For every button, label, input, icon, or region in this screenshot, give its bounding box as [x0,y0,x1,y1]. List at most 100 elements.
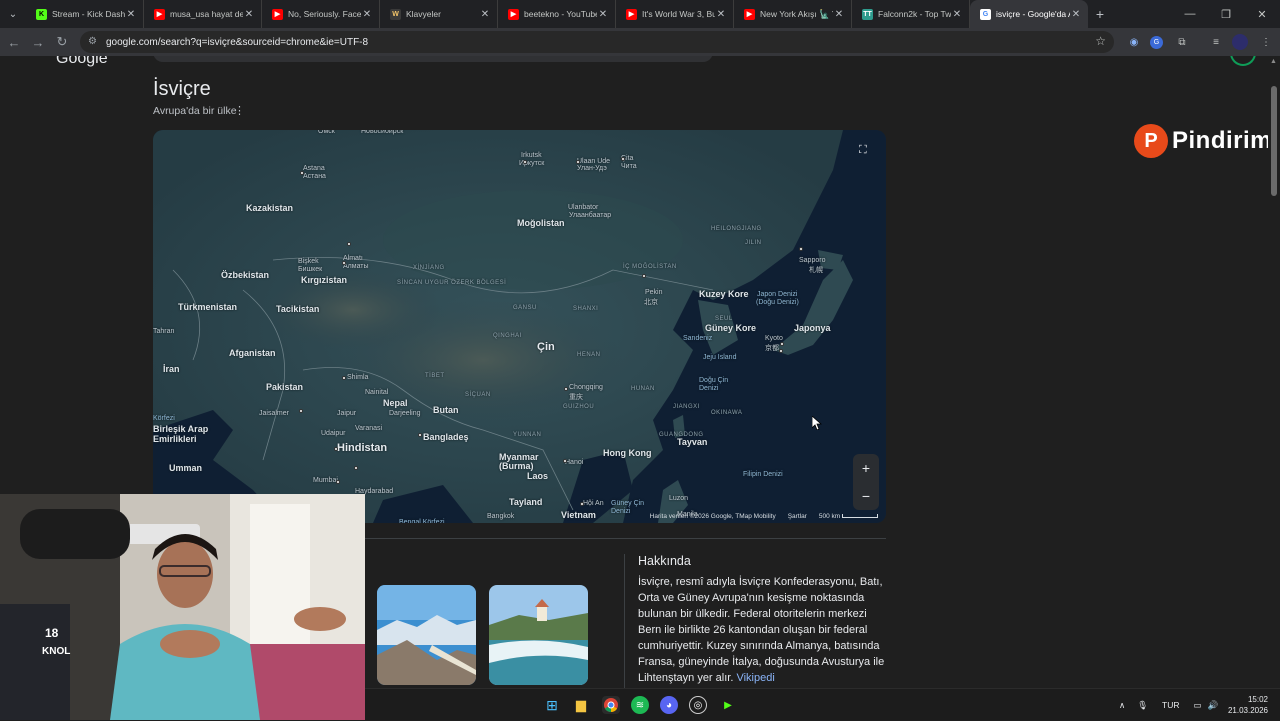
address-bar[interactable]: ⚙ google.com/search?q=isviçre&sourceid=c… [80,31,1114,53]
map-place-label[interactable]: Birleşik Arap [153,424,208,434]
map-place-label[interactable]: SHANXI [573,306,598,312]
map-place-label[interactable]: YUNNAN [513,432,541,438]
map-place-label[interactable]: Ulanbator [568,204,598,211]
map-place-label[interactable]: Бишкек [298,266,322,273]
more-options-icon[interactable]: ⋮ [234,104,245,117]
account-avatar[interactable] [1230,56,1256,66]
map-place-label[interactable]: Butan [433,405,459,415]
map-place-label[interactable]: (Doğu Denizi) [756,299,799,306]
scrollbar-thumb[interactable] [1271,86,1277,196]
cast-icon[interactable]: ◉ [1126,34,1142,50]
reload-icon[interactable]: ↻ [50,34,74,50]
map-place-label[interactable]: Vietnam [561,510,596,520]
map-place-label[interactable]: Jeju Island [703,354,736,361]
map-place-label[interactable]: Varanasi [355,425,382,432]
wikipedia-link[interactable]: Vikipedi [736,672,774,684]
map-place-label[interactable]: Jaisalmer [259,410,289,417]
kick-icon[interactable]: ▶ [719,696,737,714]
map-place-label[interactable]: Chongqing [569,384,603,391]
extensions-puzzle-icon[interactable]: ⧉ [1174,34,1190,50]
map-place-label[interactable]: 北京 [644,297,658,307]
browser-tab[interactable]: ▶ No, Seriously. Facebook✕ [262,0,380,28]
browser-tab[interactable]: ▶ beetekno - YouTube ✕ [498,0,616,28]
map-place-label[interactable]: Irkutsk [521,152,542,159]
browser-tab[interactable]: ▶ It's World War 3, But ✕ [616,0,734,28]
map-place-label[interactable]: Улаанбаатар [569,212,611,219]
scroll-up-icon[interactable]: ▲ [1270,58,1277,65]
map-place-label[interactable]: Tacikistan [276,304,319,314]
map-place-label[interactable]: Hong Kong [603,448,652,458]
map-place-label[interactable]: Nepal [383,398,408,408]
map-place-label[interactable]: SİÇUAN [465,392,491,398]
close-tab-icon[interactable]: ✕ [243,9,255,20]
forward-icon[interactable]: → [26,35,50,50]
map-place-label[interactable]: Sapporo [799,257,825,264]
map-place-label[interactable]: JIANGXI [673,404,700,410]
bookmark-star-icon[interactable]: ☆ [1095,34,1106,48]
map-place-label[interactable]: Güney Kore [705,323,756,333]
minimize-icon[interactable]: — [1172,0,1208,28]
map-place-label[interactable]: TİBET [425,373,445,379]
map-place-label[interactable]: (Burma) [499,461,534,471]
map-place-label[interactable]: İran [163,364,180,374]
google-logo[interactable]: Google [56,56,108,68]
close-tab-icon[interactable]: ✕ [479,9,491,20]
discord-icon[interactable]: ◕ [660,696,678,714]
map-place-label[interactable]: Japonya [794,323,831,333]
map-place-label[interactable]: Kazakistan [246,203,293,213]
map-place-label[interactable]: Körfezi [153,415,175,422]
map-place-label[interactable]: Bangladeş [423,432,469,442]
browser-tab[interactable]: W Klavyeler ✕ [380,0,498,28]
map-place-label[interactable]: Улан-Удэ [577,165,607,172]
map-place-label[interactable]: Новосибирск [361,130,403,135]
map-place-label[interactable]: Mumbai [313,477,338,484]
page-scrollbar[interactable]: ▲ [1268,56,1280,688]
map-place-label[interactable]: Hội An [583,500,604,507]
map-place-label[interactable]: Güney Çin [611,500,644,507]
map-place-label[interactable]: Tayvan [677,437,707,447]
map-place-label[interactable]: Doğu Çin [699,377,728,384]
map-place-label[interactable]: Shimla [347,374,368,381]
map-terms-link[interactable]: Şartlar [788,513,807,520]
map-place-label[interactable]: 重庆 [569,392,583,402]
map-place-label[interactable]: 京都 [765,343,779,353]
map-place-label[interactable]: Алматы [343,263,369,270]
map-place-label[interactable]: 札幌 [809,265,823,275]
close-tab-icon[interactable]: ✕ [361,9,373,20]
map-place-label[interactable]: Bengal Körfezi [399,519,445,523]
windows-start-icon[interactable]: ⊞ [543,696,561,714]
microphone-icon[interactable]: 🎙 [1137,700,1148,711]
map-place-label[interactable]: Japon Denizi [757,291,797,298]
map-place-label[interactable]: Darjeeling [389,410,421,417]
zoom-in-button[interactable]: + [862,460,870,476]
map-place-label[interactable]: HUNAN [631,386,655,392]
map-place-label[interactable]: Çin [537,341,555,353]
map-place-label[interactable]: Denizi [699,385,718,392]
map-place-label[interactable]: Чита [621,163,637,170]
close-tab-icon[interactable]: ✕ [715,9,727,20]
language-indicator[interactable]: TUR [1162,700,1179,710]
spotify-icon[interactable]: ≋ [631,696,649,714]
map-place-label[interactable]: QINGHAI [493,333,522,339]
map-place-label[interactable]: Nainital [365,389,388,396]
browser-tab[interactable]: ▶ musa_usa hayat dersi✕ [144,0,262,28]
close-tab-icon[interactable]: ✕ [597,9,609,20]
map-place-label[interactable]: Kırgızistan [301,275,347,285]
map-place-label[interactable]: Luzon [669,495,688,502]
network-icon[interactable]: ▭ [1194,700,1202,711]
reading-list-icon[interactable]: ≡ [1208,34,1224,50]
map-place-label[interactable]: Udaipur [321,430,346,437]
taskbar-clock[interactable]: 15:02 21.03.2026 [1228,694,1268,716]
browser-tab[interactable]: Gisviçre - Google'da Ara✕ [970,0,1088,28]
tab-search-button[interactable]: ⌄ [0,0,26,28]
map-place-label[interactable]: Sandeniz [683,335,712,342]
map-place-label[interactable]: Kuzey Kore [699,289,749,299]
map-place-label[interactable]: Bişkek [298,258,319,265]
map-place-label[interactable]: Emirlikleri [153,434,197,444]
map-place-label[interactable]: Jaipur [337,410,356,417]
map-place-label[interactable]: Pakistan [266,382,303,392]
image-thumbnail-2[interactable] [489,585,588,685]
map-place-label[interactable]: Astana [303,165,325,172]
map-place-label[interactable]: Омск [318,130,335,135]
close-tab-icon[interactable]: ✕ [125,9,137,20]
